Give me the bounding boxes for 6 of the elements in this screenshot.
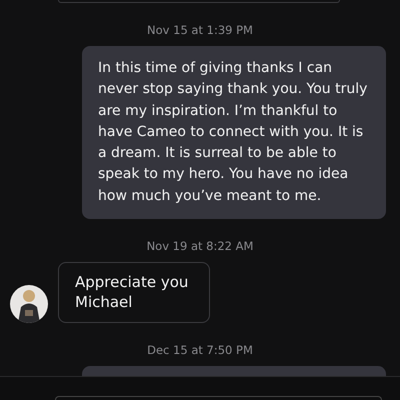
sent-message: In this time of giving thanks I can never stop saying thank you. You truly are my inspiration. I’m thankful to have Cameo to connect with you. It is a dream. It is surreal to be able to speak to my hero. You have no idea how much you’ve meant to me.	[82, 46, 386, 220]
timestamp: Dec 15 at 7:50 PM	[146, 343, 254, 358]
received-message: Appreciate you Michael	[58, 262, 210, 324]
timestamp: Nov 19 at 8:22 AM	[146, 239, 254, 254]
message-input[interactable]	[55, 396, 382, 400]
timestamp: Nov 15 at 1:39 PM	[146, 23, 254, 37]
